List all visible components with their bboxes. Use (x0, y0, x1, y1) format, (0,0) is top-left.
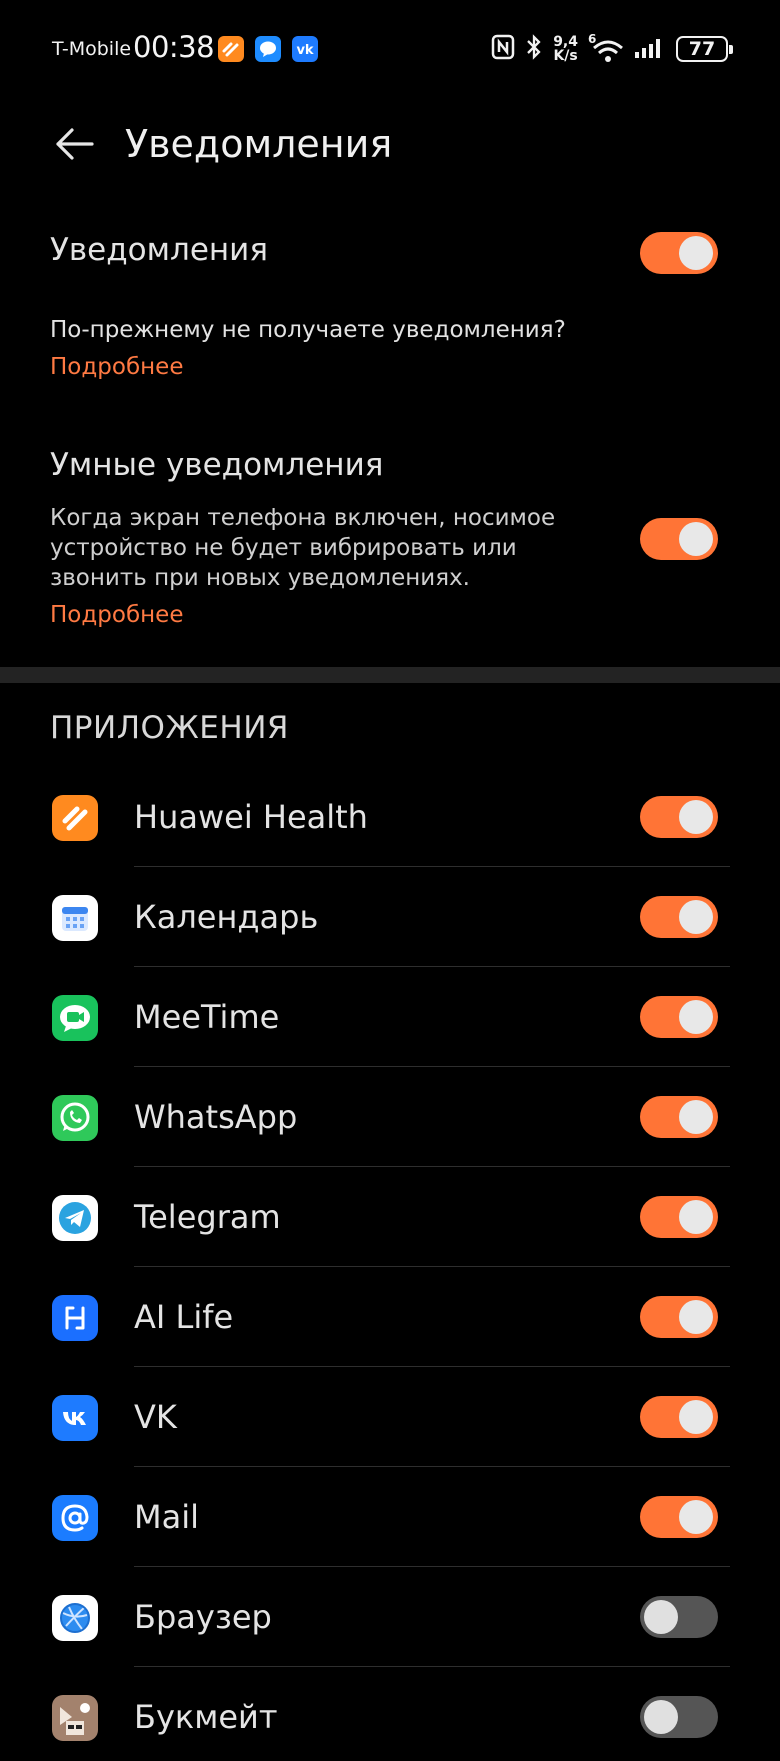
notifications-hint: По-прежнему не получаете уведомления? (50, 317, 566, 343)
nfc-icon (491, 34, 515, 64)
list-item[interactable]: Mail (0, 1467, 780, 1567)
list-item[interactable]: Букмейт (0, 1667, 780, 1761)
notifications-label: Уведомления (50, 232, 268, 268)
toggle-knob (679, 236, 713, 270)
bookmate-toggle[interactable] (640, 1696, 718, 1738)
app-name: AI Life (134, 1298, 234, 1336)
vk-toggle[interactable] (640, 1396, 718, 1438)
calendar-icon (52, 895, 98, 941)
app-header: Уведомления (0, 100, 780, 190)
whatsapp-icon (52, 1095, 98, 1141)
app-name: Календарь (134, 898, 319, 936)
carrier-label: T-Mobile (52, 38, 132, 60)
battery-indicator: 77 (676, 36, 733, 62)
bluetooth-icon (525, 34, 543, 64)
ai-life-toggle[interactable] (640, 1296, 718, 1338)
browser-icon (52, 1595, 98, 1641)
huawei-health-icon (52, 795, 98, 841)
huawei-health-notification-icon (218, 36, 244, 62)
toggle-knob (679, 1400, 713, 1434)
huawei-health-toggle[interactable] (640, 796, 718, 838)
notifications-learn-more-link[interactable]: Подробнее (50, 354, 183, 380)
notifications-toggle[interactable] (640, 232, 718, 274)
status-icons: 9,4 K/s 6 77 (491, 32, 733, 66)
list-item[interactable]: WhatsApp (0, 1067, 780, 1167)
status-bar: T-Mobile 00:38 vk 9,4 K/s 6 77 (0, 0, 780, 100)
app-name: MeeTime (134, 998, 280, 1036)
wifi-icon: 6 (588, 32, 624, 64)
toggle-knob (644, 1700, 678, 1734)
messages-notification-icon (255, 36, 281, 62)
bookmate-icon (52, 1695, 98, 1741)
toggle-knob (679, 1300, 713, 1334)
mail-icon (52, 1495, 98, 1541)
telegram-icon (52, 1195, 98, 1241)
meetime-icon (52, 995, 98, 1041)
page-title: Уведомления (125, 122, 393, 166)
toggle-knob (679, 800, 713, 834)
meetime-toggle[interactable] (640, 996, 718, 1038)
toggle-knob (644, 1600, 678, 1634)
smart-notifications-row[interactable]: Умные уведомления Когда экран телефона в… (0, 445, 780, 645)
calendar-toggle[interactable] (640, 896, 718, 938)
list-item[interactable]: Huawei Health (0, 767, 780, 867)
apps-section-title: ПРИЛОЖЕНИЯ (50, 710, 289, 746)
toggle-knob (679, 1500, 713, 1534)
vk-icon (52, 1395, 98, 1441)
status-clock: 00:38 (133, 30, 215, 64)
vk-notification-icon: vk (292, 36, 318, 62)
mail-toggle[interactable] (640, 1496, 718, 1538)
notifications-row[interactable]: Уведомления (0, 220, 780, 290)
list-item[interactable]: Календарь (0, 867, 780, 967)
app-name: Браузер (134, 1598, 272, 1636)
smart-notifications-label: Умные уведомления (50, 447, 384, 483)
back-arrow-icon[interactable] (52, 122, 96, 166)
network-speed: 9,4 K/s (553, 34, 578, 64)
svg-text:vk: vk (296, 43, 313, 58)
app-name: Telegram (134, 1198, 281, 1236)
smart-notifications-learn-more-link[interactable]: Подробнее (50, 602, 183, 628)
list-item[interactable]: MeeTime (0, 967, 780, 1067)
list-item[interactable]: Telegram (0, 1167, 780, 1267)
app-name: WhatsApp (134, 1098, 298, 1136)
browser-toggle[interactable] (640, 1596, 718, 1638)
signal-icon (634, 35, 666, 63)
toggle-knob (679, 1000, 713, 1034)
app-name: Букмейт (134, 1698, 278, 1736)
list-item[interactable]: AI Life (0, 1267, 780, 1367)
section-divider (0, 667, 780, 683)
toggle-knob (679, 522, 713, 556)
toggle-knob (679, 900, 713, 934)
toggle-knob (679, 1200, 713, 1234)
smart-notifications-description: Когда экран телефона включен, носимое ус… (50, 505, 556, 591)
app-name: Mail (134, 1498, 199, 1536)
list-item[interactable]: VK (0, 1367, 780, 1467)
app-name: VK (134, 1398, 177, 1436)
smart-notifications-toggle[interactable] (640, 518, 718, 560)
whatsapp-toggle[interactable] (640, 1096, 718, 1138)
toggle-knob (679, 1100, 713, 1134)
list-item[interactable]: Браузер (0, 1567, 780, 1667)
app-name: Huawei Health (134, 798, 368, 836)
ai-life-icon (52, 1295, 98, 1341)
telegram-toggle[interactable] (640, 1196, 718, 1238)
